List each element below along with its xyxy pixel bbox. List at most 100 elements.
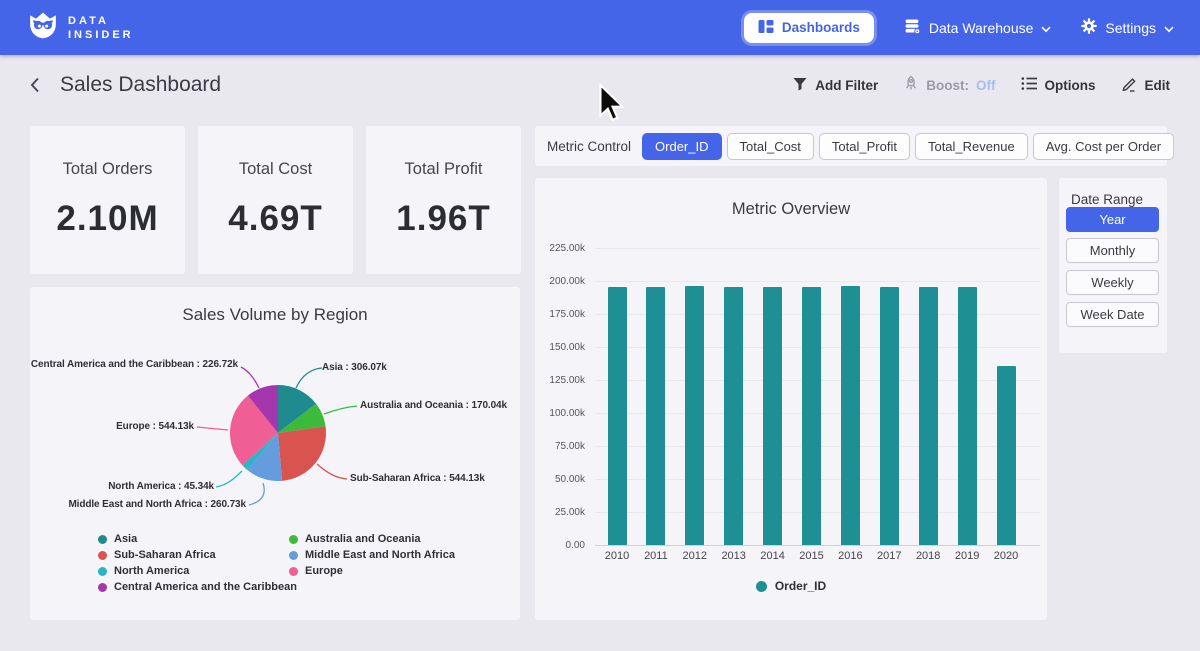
- kpi-label: Total Profit: [366, 160, 521, 179]
- legend-label: Order_ID: [775, 579, 826, 593]
- brand-logo[interactable]: DATA INSIDER: [28, 10, 134, 45]
- page-header: Sales Dashboard Add Filter Boost: Off: [0, 55, 1200, 115]
- y-axis-tick-label: 75.00k: [539, 441, 585, 452]
- metric-chip-total-revenue[interactable]: Total_Revenue: [915, 133, 1028, 160]
- pie-legend-item: Australia and Oceania: [289, 533, 455, 545]
- pie-legend-item: Europe: [289, 565, 455, 577]
- page-title: Sales Dashboard: [60, 73, 221, 97]
- legend-label: Australia and Oceania: [305, 533, 421, 545]
- legend-dot: [98, 567, 107, 576]
- date-range-monthly-button[interactable]: Monthly: [1066, 238, 1159, 263]
- app-root: DATA INSIDER Dashboards: [0, 0, 1200, 651]
- pie-legend-item: Central America and the Caribbean: [98, 581, 297, 593]
- date-range-year-button[interactable]: Year: [1066, 207, 1159, 232]
- gear-icon: [1081, 18, 1097, 37]
- y-axis-tick-label: 100.00k: [539, 408, 585, 419]
- bar-2011[interactable]: [646, 287, 665, 545]
- x-axis-tick-label: 2015: [792, 550, 832, 562]
- bar-2015[interactable]: [802, 287, 821, 545]
- bar-2012[interactable]: [685, 286, 704, 545]
- kpi-value: 4.69T: [198, 199, 353, 239]
- x-axis-tick-label: 2014: [753, 550, 793, 562]
- nav-data-warehouse-label: Data Warehouse: [929, 20, 1034, 36]
- bar-2010[interactable]: [608, 287, 627, 545]
- pie-callout-label: Australia and Oceania : 170.04k: [360, 400, 507, 411]
- pie-leader-line: [296, 368, 322, 388]
- nav-data-warehouse-menu[interactable]: Data Warehouse: [904, 18, 1052, 38]
- boost-toggle[interactable]: Boost: Off: [903, 75, 995, 95]
- boost-state: Off: [976, 78, 996, 93]
- pie-leader-line: [317, 464, 347, 479]
- y-axis-tick-label: 200.00k: [539, 276, 585, 287]
- y-axis-tick-label: 50.00k: [539, 474, 585, 485]
- chevron-down-icon: [1164, 20, 1174, 36]
- x-axis-tick-label: 2011: [636, 550, 676, 562]
- date-range-label: Date Range: [1071, 192, 1167, 207]
- x-axis-line: [595, 545, 1040, 546]
- pie-leader-line: [216, 471, 242, 487]
- kpi-card-total-orders: Total Orders 2.10M: [30, 126, 185, 274]
- bar-2018[interactable]: [919, 287, 938, 545]
- legend-label: Asia: [114, 533, 137, 545]
- metric-control-label: Metric Control: [547, 139, 631, 154]
- y-axis-tick-label: 125.00k: [539, 375, 585, 386]
- pie-slice[interactable]: [278, 426, 326, 481]
- kpi-card-total-profit: Total Profit 1.96T: [366, 126, 521, 274]
- metric-chip-avg-cost-per-order[interactable]: Avg. Cost per Order: [1033, 133, 1174, 160]
- legend-dot: [289, 535, 298, 544]
- edit-button[interactable]: Edit: [1121, 75, 1171, 95]
- pie-callout-label: North America : 45.34k: [108, 481, 214, 492]
- boost-label: Boost:: [926, 78, 969, 93]
- bar-2016[interactable]: [841, 286, 860, 545]
- legend-dot: [289, 567, 298, 576]
- x-axis-tick-label: 2017: [869, 550, 909, 562]
- legend-label: Europe: [305, 565, 343, 577]
- bar-2013[interactable]: [724, 287, 743, 545]
- dashboard-grid-icon: [758, 19, 774, 37]
- metric-chip-order-id[interactable]: Order_ID: [642, 133, 721, 160]
- pie-legend-item: North America: [98, 565, 297, 577]
- bar-2019[interactable]: [958, 287, 977, 545]
- x-axis-tick-label: 2010: [597, 550, 637, 562]
- x-axis-tick-label: 2018: [908, 550, 948, 562]
- y-axis-tick-label: 25.00k: [539, 507, 585, 518]
- x-axis-tick-label: 2019: [947, 550, 987, 562]
- options-button[interactable]: Options: [1021, 76, 1096, 94]
- pencil-icon: [1121, 75, 1138, 95]
- bar-2020[interactable]: [997, 366, 1016, 545]
- nav-settings-menu[interactable]: Settings: [1081, 18, 1174, 37]
- legend-dot: [98, 551, 107, 560]
- gridline: [595, 281, 1040, 282]
- rocket-icon: [903, 75, 919, 95]
- pie-chart-card: Sales Volume by Region Asia : 306.07kAus…: [30, 287, 520, 620]
- x-axis-tick-label: 2012: [675, 550, 715, 562]
- filter-funnel-icon: [792, 76, 808, 95]
- top-navbar: DATA INSIDER Dashboards: [0, 0, 1200, 55]
- date-range-weekly-button[interactable]: Weekly: [1066, 270, 1159, 295]
- nav-dashboards-label: Dashboards: [782, 20, 860, 35]
- metric-chip-total-profit[interactable]: Total_Profit: [819, 133, 910, 160]
- legend-label: Middle East and North Africa: [305, 549, 455, 561]
- metric-control-bar: Metric Control Order_ID Total_Cost Total…: [535, 126, 1167, 166]
- pie-leader-line: [249, 483, 264, 505]
- brand-name: DATA INSIDER: [68, 14, 134, 42]
- bar-chart-card: Metric Overview 0.0025.00k50.00k75.00k10…: [535, 178, 1047, 620]
- add-filter-button[interactable]: Add Filter: [792, 76, 878, 95]
- date-range-week-date-button[interactable]: Week Date: [1066, 302, 1159, 327]
- pie-callout-label: Central America and the Caribbean : 226.…: [31, 359, 238, 370]
- back-icon[interactable]: [26, 75, 46, 95]
- bar-2014[interactable]: [763, 287, 782, 545]
- kpi-value: 2.10M: [30, 199, 185, 239]
- date-range-panel: Date Range Year Monthly Weekly Week Date: [1059, 178, 1167, 353]
- kpi-card-total-cost: Total Cost 4.69T: [198, 126, 353, 274]
- bar-chart-title: Metric Overview: [535, 200, 1047, 219]
- chevron-down-icon: [1041, 20, 1051, 36]
- nav-dashboards-button[interactable]: Dashboards: [744, 13, 874, 43]
- legend-label: Central America and the Caribbean: [114, 581, 297, 593]
- y-axis-tick-label: 150.00k: [539, 342, 585, 353]
- owl-logo-icon: [28, 10, 58, 45]
- metric-chip-total-cost[interactable]: Total_Cost: [727, 133, 814, 160]
- pie-callout-label: Asia : 306.07k: [322, 362, 387, 373]
- legend-dot: [98, 583, 107, 592]
- bar-2017[interactable]: [880, 287, 899, 545]
